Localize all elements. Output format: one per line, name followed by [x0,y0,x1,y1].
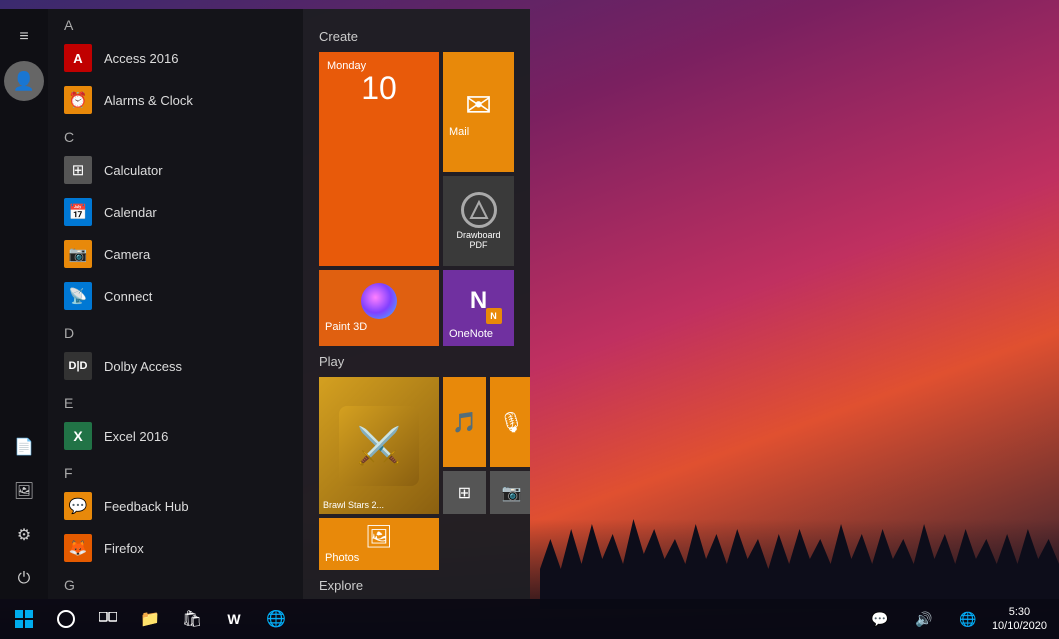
network-button[interactable]: 🌐 [948,599,988,639]
calendar-num: 10 [361,72,397,104]
start-menu: ≡ 👤 📄 🖼 ⚙ ⏻ A A Access 2016 ⏰ Alarms & C… [0,9,530,599]
volume-button[interactable]: 🔊 [904,599,944,639]
app-label-alarms: Alarms & Clock [104,93,193,108]
chrome-button[interactable]: 🌐 [256,599,296,639]
taskbar: 📁 🛍 W 🌐 💬 🔊 🌐 5:30 10/10/2020 [0,599,1059,639]
feedback-icon: 💬 [64,492,92,520]
excel-icon: X [64,422,92,450]
app-label-camera: Camera [104,247,150,262]
connect-icon: 📡 [64,282,92,310]
pictures-button[interactable]: 🖼 [4,471,44,511]
section-letter-f: F [48,457,303,485]
app-list-content: A A Access 2016 ⏰ Alarms & Clock C ⊞ Cal… [48,9,303,599]
alarms-icon: ⏰ [64,86,92,114]
brawlstars-tile[interactable]: ⚔️ Brawl Stars 2... [319,377,439,514]
calc-small-tile[interactable]: ⊞ [443,471,486,514]
section-letter-d: D [48,317,303,345]
brawl-char: ⚔️ [319,377,439,514]
app-label-access: Access 2016 [104,51,178,66]
groove2-tile[interactable]: 🎙 [490,377,530,467]
mail-tile[interactable]: ✉ Mail [443,52,514,172]
sidebar-strip: ≡ 👤 📄 🖼 ⚙ ⏻ [0,9,48,599]
paint3d-tile[interactable]: Paint 3D [319,270,439,346]
app-item-connect[interactable]: 📡 Connect [48,275,303,317]
app-item-excel[interactable]: X Excel 2016 [48,415,303,457]
cam-small-tile[interactable]: 📷 [490,471,530,514]
create-section-label: Create [319,29,514,44]
user-avatar[interactable]: 👤 [4,61,44,101]
onenote-label: OneNote [449,328,493,340]
app-label-firefox: Firefox [104,541,144,556]
tiles-panel: Create Monday 10 ✉ Mail Drawboard PDF [303,9,530,599]
create-grid: Monday 10 ✉ Mail Drawboard PDF Paint 3D [319,52,514,346]
section-letter-e: E [48,387,303,415]
settings-button[interactable]: ⚙ [4,515,44,555]
taskbar-right: 💬 🔊 🌐 5:30 10/10/2020 [860,599,1055,639]
clock-time: 5:30 [992,605,1047,619]
taskbar-time: 5:30 10/10/2020 [992,605,1047,634]
drawboard-tile[interactable]: Drawboard PDF [443,176,514,266]
camera-icon: 📷 [64,240,92,268]
access-icon: A [64,44,92,72]
section-letter-a: A [48,9,303,37]
mail-label: Mail [449,126,469,138]
app-label-feedback: Feedback Hub [104,499,189,514]
word-button[interactable]: W [214,599,254,639]
file-explorer-button[interactable]: 📁 [130,599,170,639]
taskview-button[interactable] [88,599,128,639]
paint3d-label: Paint 3D [325,321,367,333]
search-button[interactable] [46,599,86,639]
app-item-camera[interactable]: 📷 Camera [48,233,303,275]
play-grid: ⚔️ Brawl Stars 2... 🎵 🎙 ⊞ 📷 🖼 [319,377,514,570]
app-item-calculator[interactable]: ⊞ Calculator [48,149,303,191]
app-list-panel: A A Access 2016 ⏰ Alarms & Clock C ⊞ Cal… [48,9,303,599]
app-item-firefox[interactable]: 🦊 Firefox [48,527,303,569]
section-letter-g: G [48,569,303,597]
clock-date: 10/10/2020 [992,619,1047,633]
hamburger-button[interactable]: ≡ [4,17,44,57]
calendar-tile[interactable]: Monday 10 [319,52,439,266]
photos-tile[interactable]: 🖼 Photos [319,518,439,570]
section-letter-c: C [48,121,303,149]
app-label-dolby: Dolby Access [104,359,182,374]
app-label-calendar: Calendar [104,205,157,220]
explore-section-label: Explore [319,578,514,593]
firefox-icon: 🦊 [64,534,92,562]
play-section-label: Play [319,354,514,369]
groove-tile[interactable]: 🎵 [443,377,486,467]
calendar-icon: 📅 [64,198,92,226]
start-button[interactable] [4,599,44,639]
power-button[interactable]: ⏻ [4,559,44,599]
notifications-button[interactable]: 💬 [860,599,900,639]
calculator-icon: ⊞ [64,156,92,184]
documents-button[interactable]: 📄 [4,427,44,467]
brawl-label: Brawl Stars 2... [323,500,384,510]
app-label-calculator: Calculator [104,163,163,178]
onenote-tile[interactable]: N N OneNote [443,270,514,346]
app-item-alarms[interactable]: ⏰ Alarms & Clock [48,79,303,121]
photos-label: Photos [325,552,359,564]
app-item-feedback[interactable]: 💬 Feedback Hub [48,485,303,527]
app-item-access[interactable]: A Access 2016 [48,37,303,79]
app-item-dolby[interactable]: D|D Dolby Access [48,345,303,387]
app-item-calendar[interactable]: 📅 Calendar [48,191,303,233]
store-button[interactable]: 🛍 [172,599,212,639]
app-label-connect: Connect [104,289,152,304]
drawboard-label: Drawboard PDF [449,230,508,250]
app-item-gamebar[interactable]: 🎮 Game bar [48,597,303,599]
dolby-icon: D|D [64,352,92,380]
app-label-excel: Excel 2016 [104,429,168,444]
